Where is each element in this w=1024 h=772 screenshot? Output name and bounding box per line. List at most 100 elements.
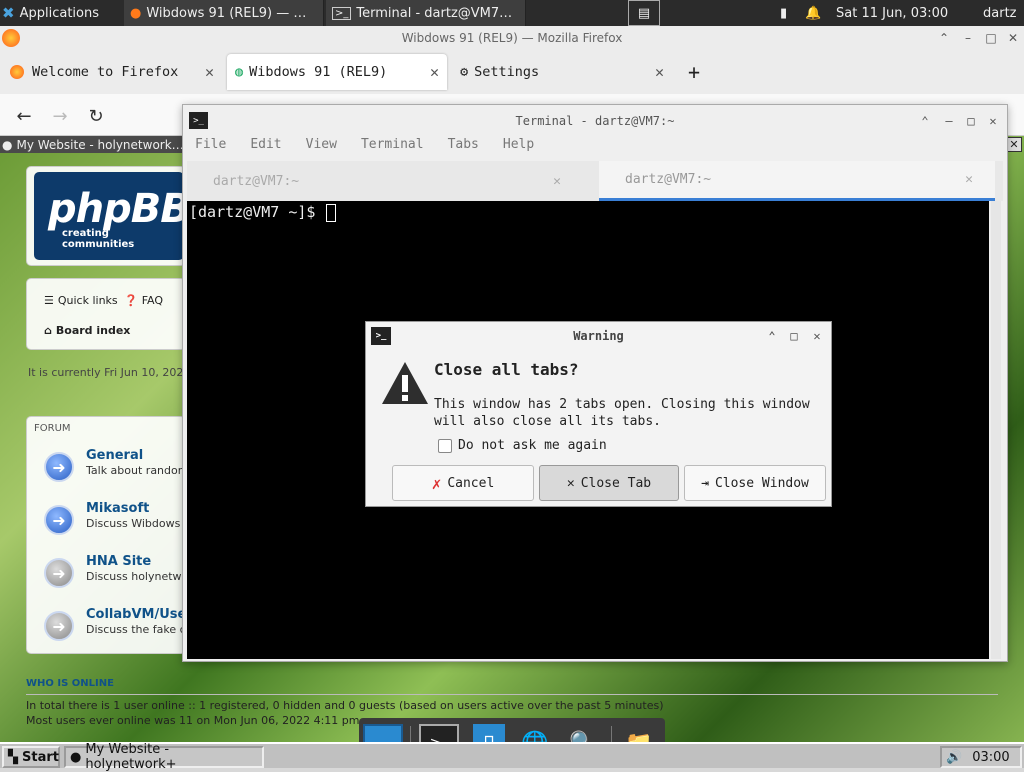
divider bbox=[26, 694, 998, 695]
site-close-icon[interactable]: ✕ bbox=[1006, 137, 1022, 152]
terminal-icon: >_ bbox=[189, 112, 208, 129]
close-window-button[interactable]: ⇥ Close Window bbox=[684, 465, 826, 501]
checkbox-box[interactable] bbox=[438, 438, 452, 453]
taskbar-tray: 🔊 03:00 bbox=[940, 746, 1022, 768]
close-tab-button[interactable]: ✕ Close Tab bbox=[539, 465, 679, 501]
terminal-icon: >_ bbox=[371, 327, 391, 345]
shell-prompt: [dartz@VM7 ~]$ bbox=[189, 203, 325, 221]
quick-links[interactable]: ☰ Quick links bbox=[44, 294, 118, 307]
question-icon: ❓ bbox=[124, 294, 138, 307]
who-is-online-heading: WHO IS ONLINE bbox=[26, 678, 114, 689]
reload-icon[interactable]: ↻ bbox=[84, 104, 108, 128]
faq-link[interactable]: ❓ FAQ bbox=[124, 294, 163, 307]
do-not-ask-checkbox[interactable]: Do not ask me again bbox=[438, 438, 607, 453]
record-stats: Most users ever online was 11 on Mon Jun… bbox=[26, 714, 360, 727]
forward-arrow-icon[interactable]: → bbox=[48, 104, 72, 128]
site-window-titlebar: ● My Website - holynetwork… bbox=[0, 136, 184, 153]
board-index-link[interactable]: ⌂ Board index bbox=[44, 324, 130, 337]
gear-icon: ⚙ bbox=[460, 64, 469, 80]
close-tab-icon[interactable]: ✕ bbox=[205, 63, 214, 81]
menu-help[interactable]: Help bbox=[491, 137, 546, 159]
close-button[interactable]: ✕ bbox=[985, 113, 1001, 129]
applications-menu[interactable]: ✖ Applications bbox=[2, 0, 120, 26]
forum-arrow-icon: ➜ bbox=[44, 452, 74, 482]
speaker-icon[interactable]: 🔊 bbox=[946, 750, 962, 765]
panel-user[interactable]: dartz bbox=[983, 0, 1023, 26]
workspace-switcher[interactable]: ▤ bbox=[628, 0, 660, 26]
close-tab-icon[interactable]: ✕ bbox=[553, 174, 561, 189]
terminal-tab-1[interactable]: dartz@VM7:~ ✕ bbox=[187, 161, 583, 201]
dialog-message: This window has 2 tabs open. Closing thi… bbox=[434, 397, 810, 429]
current-time: It is currently Fri Jun 10, 2022 1 bbox=[28, 366, 182, 379]
menu-tabs[interactable]: Tabs bbox=[436, 137, 491, 159]
menu-terminal[interactable]: Terminal bbox=[349, 137, 436, 159]
minimize-button[interactable]: – bbox=[941, 113, 957, 129]
text-cursor bbox=[326, 203, 337, 222]
terminal-titlebar: >_ Terminal - dartz@VM7:~ ⌃ – □ ✕ bbox=[183, 105, 1007, 137]
forum-mikasoft[interactable]: ➜ Mikasoft Discuss Wibdows 9 bbox=[34, 497, 184, 547]
maximize-button[interactable]: □ bbox=[983, 30, 999, 46]
forum-arrow-icon: ➜ bbox=[44, 558, 74, 588]
minimize-button[interactable]: – bbox=[960, 30, 976, 46]
terminal-menubar: File Edit View Terminal Tabs Help bbox=[183, 137, 1007, 159]
maximize-button[interactable]: □ bbox=[786, 328, 802, 344]
github-icon: ● bbox=[2, 137, 13, 152]
panel-task-terminal[interactable]: >_ Terminal - dartz@VM7… bbox=[326, 0, 526, 26]
forum-hna-site[interactable]: ➜ HNA Site Discuss holynetwor bbox=[34, 550, 184, 600]
minimize-icon[interactable]: ⌃ bbox=[936, 30, 952, 46]
tray-clock: 03:00 bbox=[972, 749, 1010, 765]
menu-edit[interactable]: Edit bbox=[238, 137, 293, 159]
taskbar: ▚ Start ● My Website - holynetwork+ 🔊 03:00 bbox=[0, 742, 1024, 772]
github-icon: ● bbox=[70, 749, 82, 765]
notification-bell-icon[interactable]: 🔔 bbox=[805, 0, 821, 26]
terminal-title: Terminal - dartz@VM7:~ bbox=[515, 114, 675, 128]
close-button[interactable]: ✕ bbox=[809, 328, 825, 344]
panel-clock[interactable]: Sat 11 Jun, 03:00 bbox=[836, 0, 976, 26]
terminal-icon: >_ bbox=[332, 6, 352, 20]
close-icon: ✕ bbox=[566, 475, 575, 491]
panel-task-firefox[interactable]: ● Wibdows 91 (REL9) — … bbox=[124, 0, 324, 26]
forum-general[interactable]: ➜ General Talk about random bbox=[34, 444, 184, 494]
terminal-tab-2[interactable]: dartz@VM7:~ ✕ bbox=[599, 161, 995, 201]
forum-collabvm[interactable]: ➜ CollabVM/User Discuss the fake co bbox=[34, 603, 193, 653]
firefox-icon: ● bbox=[130, 5, 142, 21]
start-button[interactable]: ▚ Start bbox=[2, 746, 60, 768]
power-icon[interactable]: ▮ bbox=[780, 0, 796, 26]
applications-label: Applications bbox=[19, 5, 99, 21]
new-tab-button[interactable]: + bbox=[680, 54, 710, 90]
taskbar-item-website[interactable]: ● My Website - holynetwork+ bbox=[64, 742, 264, 772]
tab-settings[interactable]: ⚙ Settings ✕ bbox=[452, 54, 672, 90]
back-arrow-icon[interactable]: ← bbox=[12, 104, 36, 128]
phpbb-logo[interactable]: phpBB creating communities bbox=[34, 172, 184, 260]
warning-dialog: >_ Warning ⌃ □ ✕ Close all tabs? This wi… bbox=[365, 321, 832, 507]
menu-icon: ☰ bbox=[44, 294, 54, 307]
tab-welcome[interactable]: Welcome to Firefox ✕ bbox=[2, 54, 222, 90]
shade-icon[interactable]: ⌃ bbox=[764, 328, 780, 344]
menu-file[interactable]: File bbox=[183, 137, 238, 159]
close-tab-icon[interactable]: ✕ bbox=[655, 63, 664, 81]
maximize-button[interactable]: □ bbox=[963, 113, 979, 129]
online-stats: In total there is 1 user online :: 1 reg… bbox=[26, 699, 664, 712]
shade-icon[interactable]: ⌃ bbox=[917, 113, 933, 129]
forum-arrow-icon: ➜ bbox=[44, 505, 74, 535]
tab-wibdows[interactable]: ◍ Wibdows 91 (REL9) ✕ bbox=[227, 54, 447, 90]
dialog-heading: Close all tabs? bbox=[434, 360, 579, 379]
terminal-scrollbar[interactable] bbox=[991, 201, 1001, 659]
dialog-title: Warning bbox=[573, 329, 624, 343]
warning-icon bbox=[382, 362, 428, 404]
close-button[interactable]: ✕ bbox=[1005, 30, 1021, 46]
windows-logo-icon: ▚ bbox=[8, 749, 18, 765]
cancel-x-icon: ✗ bbox=[431, 473, 442, 493]
close-tab-icon[interactable]: ✕ bbox=[430, 63, 439, 81]
exit-icon: ⇥ bbox=[701, 475, 709, 491]
terminal-tabbar: dartz@VM7:~ ✕ dartz@VM7:~ ✕ bbox=[187, 161, 1003, 201]
cancel-button[interactable]: ✗ Cancel bbox=[392, 465, 534, 501]
firefox-titlebar: Wibdows 91 (REL9) — Mozilla Firefox ⌃ – … bbox=[0, 26, 1024, 50]
top-panel: ✖ Applications ● Wibdows 91 (REL9) — … >… bbox=[0, 0, 1024, 26]
nav-card bbox=[26, 278, 186, 350]
dialog-titlebar: >_ Warning ⌃ □ ✕ bbox=[366, 322, 831, 350]
menu-view[interactable]: View bbox=[294, 137, 349, 159]
firefox-icon bbox=[10, 65, 24, 79]
workspace-icon: ▤ bbox=[637, 5, 651, 21]
close-tab-icon[interactable]: ✕ bbox=[965, 172, 973, 187]
